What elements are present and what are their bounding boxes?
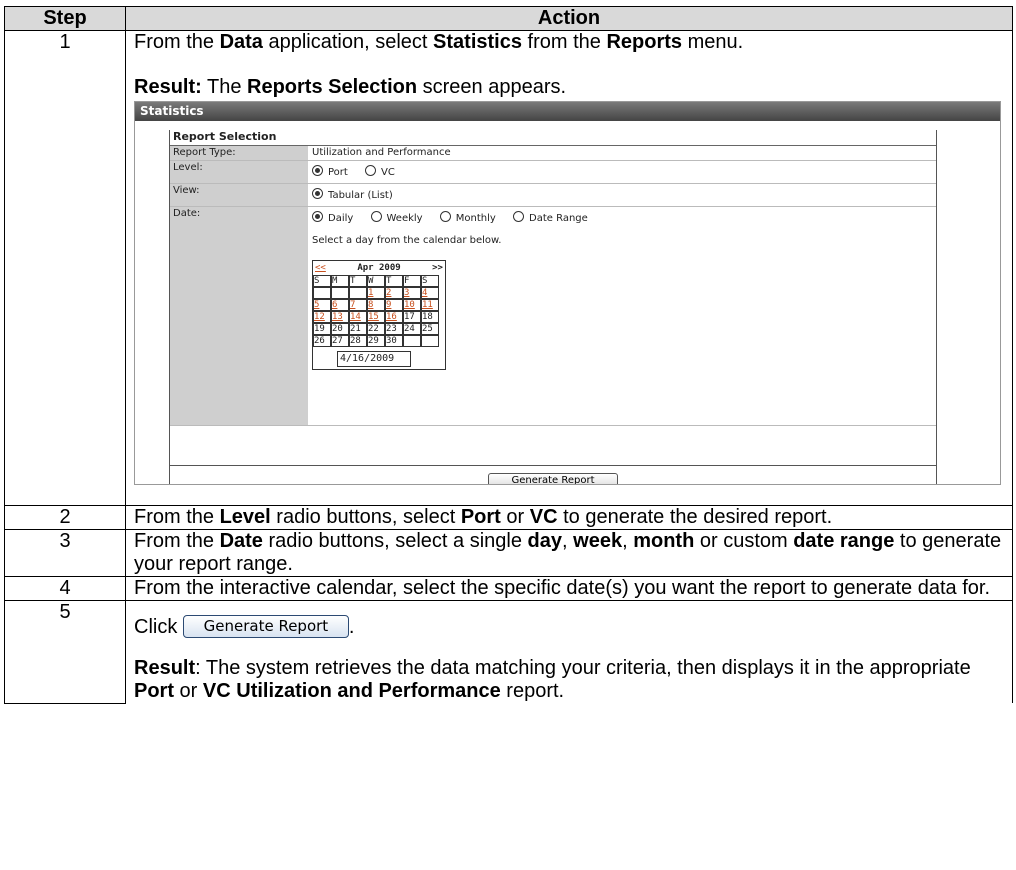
calendar-empty-cell <box>403 335 421 347</box>
step-number: 5 <box>4 600 126 704</box>
date-range-radio[interactable]: Date Range <box>513 211 588 224</box>
step-number: 1 <box>4 30 126 506</box>
calendar-day[interactable]: 15 <box>367 311 385 323</box>
calendar-day: 30 <box>385 335 403 347</box>
generate-row: Generate Report <box>170 465 936 484</box>
step-number: 4 <box>4 576 126 601</box>
report-type-value: Utilization and Performance <box>312 147 451 158</box>
calendar-weekday: T <box>349 275 367 287</box>
calendar-day[interactable]: 13 <box>331 311 349 323</box>
calendar-grid: S M T W T F S 1 2 3 4 5 6 7 8 9 10 11 12 13 14 15 16 17 18 19 20 21… <box>313 275 445 347</box>
instruction-text: From the Data application, select Statis… <box>134 31 744 53</box>
calendar-day[interactable]: 1 <box>367 287 385 299</box>
view-row: View: Tabular (List) <box>170 184 936 207</box>
click-label: Click <box>134 616 178 638</box>
step-number: 3 <box>4 529 126 577</box>
calendar-month: Apr 2009 <box>357 263 401 273</box>
calendar-day: 22 <box>367 323 385 335</box>
calendar-day[interactable]: 7 <box>349 299 367 311</box>
table-row: 3 From the Date radio buttons, select a … <box>4 529 1013 577</box>
table-row: 5 Click Generate Report. Result: The sys… <box>4 600 1013 704</box>
calendar-day[interactable]: 12 <box>313 311 331 323</box>
step-header: Step <box>4 6 126 31</box>
calendar-day: 21 <box>349 323 367 335</box>
calendar-day[interactable]: 10 <box>403 299 421 311</box>
table-row: 1 From the Data application, select Stat… <box>4 30 1013 506</box>
header-row: Step Action <box>4 6 1013 31</box>
statistics-screenshot: Statistics Report Selection Report Type:… <box>134 101 1001 485</box>
generate-report-button[interactable]: Generate Report <box>488 473 618 484</box>
date-daily-radio[interactable]: Daily <box>312 211 353 224</box>
action-cell: Click Generate Report. Result: The syste… <box>125 600 1013 703</box>
calendar-day[interactable]: 3 <box>403 287 421 299</box>
calendar-weekday: W <box>367 275 385 287</box>
calendar-empty-cell <box>421 335 439 347</box>
calendar-day: 25 <box>421 323 439 335</box>
action-cell: From the interactive calendar, select th… <box>125 576 1013 601</box>
selected-date-field[interactable]: 4/16/2009 <box>337 351 411 367</box>
step-number: 2 <box>4 505 126 530</box>
calendar-day: 29 <box>367 335 385 347</box>
calendar-day: 17 <box>403 311 421 323</box>
procedure-table: Step Action 1 From the Data application,… <box>4 6 1013 704</box>
calendar-day: 23 <box>385 323 403 335</box>
calendar-hint: Select a day from the calendar below. <box>312 235 502 246</box>
table-row: 2 From the Level radio buttons, select P… <box>4 505 1013 530</box>
calendar-empty-cell <box>313 287 331 299</box>
calendar-weekday: M <box>331 275 349 287</box>
calendar-day: 20 <box>331 323 349 335</box>
calendar-empty-cell <box>331 287 349 299</box>
calendar-day[interactable]: 14 <box>349 311 367 323</box>
calendar-day[interactable]: 4 <box>421 287 439 299</box>
date-weekly-radio[interactable]: Weekly <box>370 211 423 224</box>
calendar-weekday: F <box>403 275 421 287</box>
report-selection-panel: Report Selection Report Type: Utilizatio… <box>169 130 937 484</box>
action-cell: From the Level radio buttons, select Por… <box>125 505 1013 530</box>
calendar-day[interactable]: 16 <box>385 311 403 323</box>
date-monthly-radio[interactable]: Monthly <box>439 211 496 224</box>
generate-report-button-image: Generate Report <box>182 615 349 638</box>
view-tabular-radio[interactable]: Tabular (List) <box>312 188 393 201</box>
calendar-day: 27 <box>331 335 349 347</box>
calendar-weekday: T <box>385 275 403 287</box>
calendar-day[interactable]: 5 <box>313 299 331 311</box>
calendar-next-link[interactable]: >> <box>432 261 443 275</box>
action-header: Action <box>125 6 1013 31</box>
calendar-day: 24 <box>403 323 421 335</box>
calendar-day[interactable]: 6 <box>331 299 349 311</box>
calendar-day[interactable]: 2 <box>385 287 403 299</box>
level-vc-radio[interactable]: VC <box>365 165 395 178</box>
window-title: Statistics <box>135 102 1000 121</box>
result-text: Result: The system retrieves the data ma… <box>134 657 971 702</box>
calendar-empty-cell <box>349 287 367 299</box>
calendar-day: 19 <box>313 323 331 335</box>
result-text: Result: The Reports Selection screen app… <box>134 76 567 98</box>
calendar-day: 26 <box>313 335 331 347</box>
calendar-day: 28 <box>349 335 367 347</box>
action-cell: From the Date radio buttons, select a si… <box>125 529 1013 577</box>
calendar-weekday: S <box>313 275 331 287</box>
calendar-day[interactable]: 9 <box>385 299 403 311</box>
calendar-day[interactable]: 11 <box>421 299 439 311</box>
calendar-day: 18 <box>421 311 439 323</box>
calendar-prev-link[interactable]: << <box>315 261 326 275</box>
level-port-radio[interactable]: Port <box>312 165 348 178</box>
section-title: Report Selection <box>170 130 936 146</box>
calendar-day[interactable]: 8 <box>367 299 385 311</box>
action-cell: From the Data application, select Statis… <box>125 30 1013 506</box>
level-row: Level: Port VC <box>170 161 936 184</box>
calendar-weekday: S <box>421 275 439 287</box>
calendar: << Apr 2009 >> S M T W T F S 1 2 3 4 5 6 7 8 9 10 11 12 13 1… <box>312 260 446 370</box>
date-row: Date: Daily Weekly Monthly Date Range Se… <box>170 207 936 426</box>
report-type-row: Report Type: Utilization and Performance <box>170 146 936 161</box>
table-row: 4 From the interactive calendar, select … <box>4 576 1013 601</box>
